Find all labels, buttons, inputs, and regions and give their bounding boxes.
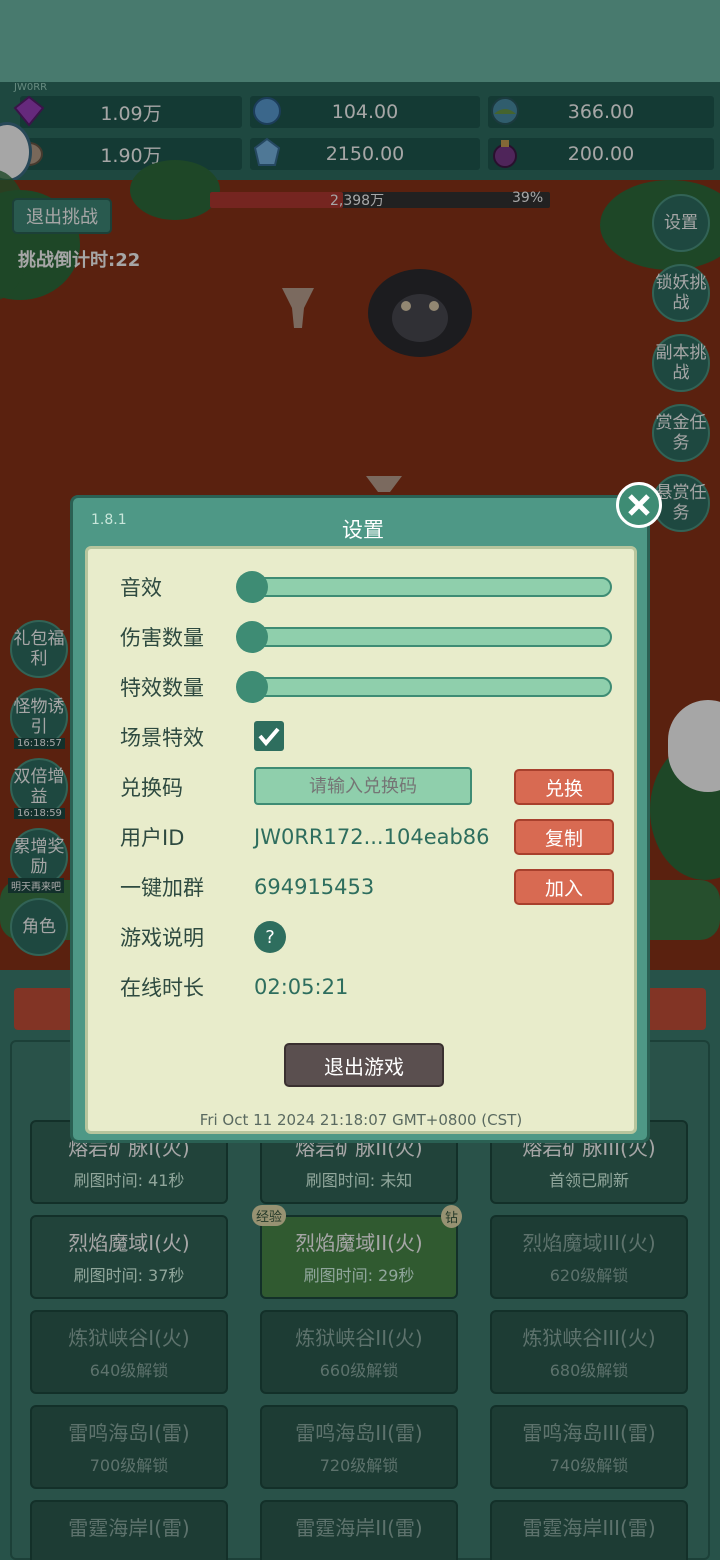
close-button[interactable] bbox=[616, 482, 662, 528]
userid-label: 用户ID bbox=[120, 826, 185, 850]
quit-game-button[interactable]: 退出游戏 bbox=[284, 1043, 444, 1087]
redeem-code-input[interactable] bbox=[254, 767, 472, 805]
scene-effects-label: 场景特效 bbox=[120, 726, 204, 750]
close-icon bbox=[628, 494, 650, 516]
game-guide-label: 游戏说明 bbox=[120, 926, 204, 950]
slider-knob[interactable] bbox=[236, 571, 268, 603]
userid-value: JW0RR172...104eab86 bbox=[254, 825, 490, 849]
redeem-button[interactable]: 兑换 bbox=[514, 769, 614, 805]
group-number: 694915453 bbox=[254, 875, 375, 899]
timestamp: Fri Oct 11 2024 21:18:07 GMT+0800 (CST) bbox=[199, 1111, 523, 1129]
effects-label: 特效数量 bbox=[120, 676, 204, 700]
join-button[interactable]: 加入 bbox=[514, 869, 614, 905]
online-time-value: 02:05:21 bbox=[254, 975, 349, 999]
damage-label: 伤害数量 bbox=[120, 626, 204, 650]
slider-knob[interactable] bbox=[236, 621, 268, 653]
sound-slider[interactable] bbox=[236, 571, 612, 603]
redeem-label: 兑换码 bbox=[120, 776, 183, 800]
settings-body: 音效 伤害数量 特效数量 场景特效 兑换码 兑换 用户ID JW0RR172..… bbox=[85, 546, 637, 1134]
slider-knob[interactable] bbox=[236, 671, 268, 703]
question-icon[interactable]: ? bbox=[254, 921, 286, 953]
copy-button[interactable]: 复制 bbox=[514, 819, 614, 855]
online-time-label: 在线时长 bbox=[120, 976, 204, 1000]
scene-effects-checkbox[interactable] bbox=[254, 721, 284, 751]
dialog-title: 设置 bbox=[342, 518, 384, 542]
damage-slider[interactable] bbox=[236, 621, 612, 653]
effects-slider[interactable] bbox=[236, 671, 612, 703]
join-group-label: 一键加群 bbox=[120, 876, 204, 900]
sound-label: 音效 bbox=[120, 576, 162, 600]
settings-dialog: 1.8.1 设置 音效 伤害数量 特效数量 场景特效 兑换码 兑换 用户ID J… bbox=[70, 495, 650, 1143]
checkmark-icon bbox=[258, 727, 280, 747]
